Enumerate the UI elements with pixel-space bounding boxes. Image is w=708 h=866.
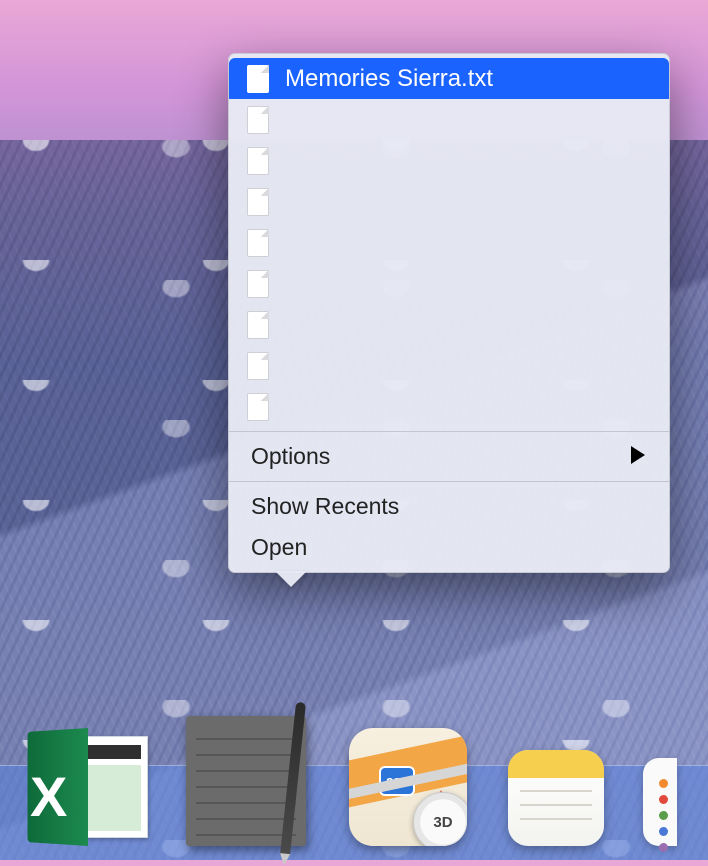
- document-icon: [247, 188, 269, 216]
- recent-file-item[interactable]: [229, 263, 669, 304]
- dock-app-textedit[interactable]: [182, 718, 310, 846]
- recent-files-section: Memories Sierra.txt: [229, 54, 669, 431]
- recent-file-item[interactable]: Memories Sierra.txt: [229, 58, 669, 99]
- document-icon: [247, 311, 269, 339]
- menu-item-open[interactable]: Open: [229, 527, 669, 568]
- recent-file-item[interactable]: [229, 304, 669, 345]
- recent-file-item[interactable]: [229, 99, 669, 140]
- menu-item-label: Show Recents: [251, 493, 399, 520]
- dock-app-reminders[interactable]: [640, 756, 680, 846]
- recent-file-label: Memories Sierra.txt: [285, 65, 493, 93]
- document-icon: [247, 352, 269, 380]
- dock-context-menu: Memories Sierra.txt Options Show Recents…: [228, 53, 670, 573]
- recent-file-item[interactable]: [229, 386, 669, 427]
- recent-file-item[interactable]: [229, 181, 669, 222]
- dock-app-maps[interactable]: 3D: [344, 718, 472, 846]
- document-icon: [247, 106, 269, 134]
- document-icon: [247, 270, 269, 298]
- document-icon: [247, 65, 269, 93]
- recent-file-item[interactable]: [229, 345, 669, 386]
- document-icon: [247, 147, 269, 175]
- dock: X 3D: [20, 718, 688, 846]
- compass-3d-icon: 3D: [413, 792, 467, 846]
- dock-app-excel[interactable]: X: [20, 718, 148, 846]
- menu-item-options[interactable]: Options: [229, 436, 669, 477]
- maps-sign-icon: [379, 766, 415, 796]
- document-icon: [247, 393, 269, 421]
- recent-file-item[interactable]: [229, 222, 669, 263]
- recent-file-item[interactable]: [229, 140, 669, 181]
- dock-app-notes[interactable]: [506, 746, 606, 846]
- menu-item-label: Open: [251, 534, 307, 561]
- submenu-arrow-icon: [631, 443, 645, 470]
- excel-letter: X: [30, 764, 67, 829]
- menu-item-label: Options: [251, 443, 330, 470]
- document-icon: [247, 229, 269, 257]
- menu-item-show-recents[interactable]: Show Recents: [229, 486, 669, 527]
